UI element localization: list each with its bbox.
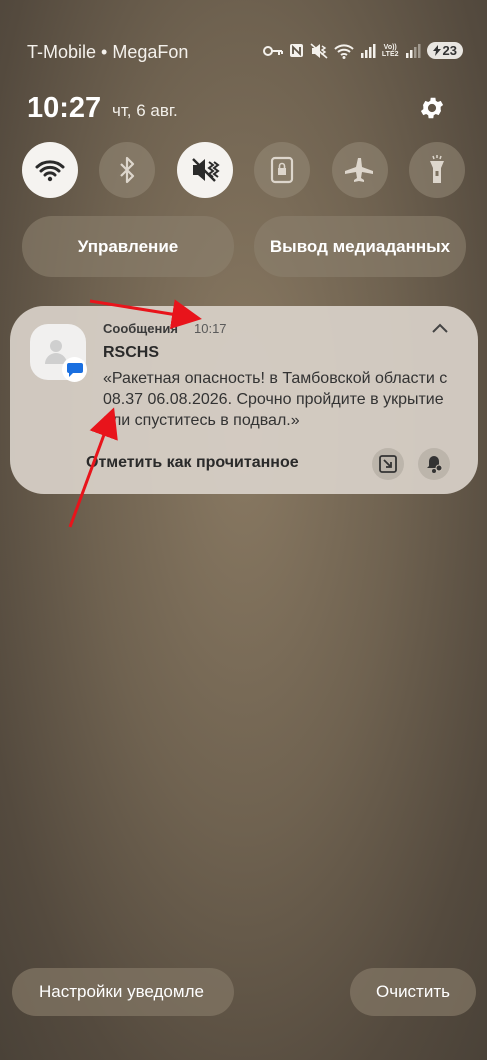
flashlight-toggle[interactable] xyxy=(409,142,465,198)
sender-name: RSCHS xyxy=(103,344,160,361)
date-label[interactable]: чт, 6 авг. xyxy=(112,101,178,121)
control-button[interactable]: Управление xyxy=(22,216,234,277)
wifi-icon xyxy=(334,43,354,59)
app-name: Сообщения xyxy=(103,321,178,336)
vibrate-mute-icon xyxy=(310,42,328,59)
media-output-button[interactable]: Вывод медиаданных xyxy=(254,216,466,277)
key-icon xyxy=(262,45,283,56)
notification-time: 10:17 xyxy=(194,321,227,336)
bluetooth-toggle[interactable] xyxy=(99,142,155,198)
notification-body: «Ракетная опасность! в Тамбовской област… xyxy=(103,370,448,429)
gear-icon[interactable] xyxy=(418,94,446,122)
bell-icon xyxy=(427,456,443,473)
nfc-icon xyxy=(289,44,303,57)
open-popup-icon xyxy=(379,455,397,473)
carrier-label: T-Mobile • MegaFon xyxy=(27,42,189,62)
flashlight-icon xyxy=(430,155,444,183)
sound-mode-toggle[interactable] xyxy=(177,142,233,198)
status-icons: Vo)) LTE2 23 xyxy=(262,42,463,59)
notification-settings-bell-button[interactable] xyxy=(418,448,450,480)
vibrate-mute-icon xyxy=(192,158,220,182)
mark-as-read-button[interactable]: Отметить как прочитанное xyxy=(86,454,299,472)
charging-icon xyxy=(432,45,441,56)
notification-settings-button[interactable]: Настройки уведомле xyxy=(12,968,234,1016)
notification-card[interactable]: Сообщения 10:17 RSCHS «Ракетная опасност… xyxy=(10,306,478,494)
clock[interactable]: 10:27 xyxy=(27,92,101,125)
rotation-lock-toggle[interactable] xyxy=(254,142,310,198)
airplane-toggle[interactable] xyxy=(332,142,388,198)
signal-icon xyxy=(360,44,376,58)
battery-level: 23 xyxy=(442,43,457,58)
volte-lte-icon: Vo)) LTE2 xyxy=(381,43,399,58)
open-in-popup-button[interactable] xyxy=(372,448,404,480)
wifi-icon xyxy=(35,160,65,182)
clear-button[interactable]: Очистить xyxy=(350,968,476,1016)
chevron-up-icon[interactable] xyxy=(430,320,450,336)
battery-indicator: 23 xyxy=(426,42,463,59)
wifi-toggle[interactable] xyxy=(22,142,78,198)
screen-lock-icon xyxy=(270,156,294,184)
airplane-icon xyxy=(345,158,373,182)
signal-weak-icon xyxy=(405,44,421,58)
chat-badge-icon xyxy=(62,357,87,382)
bluetooth-icon xyxy=(120,156,135,184)
